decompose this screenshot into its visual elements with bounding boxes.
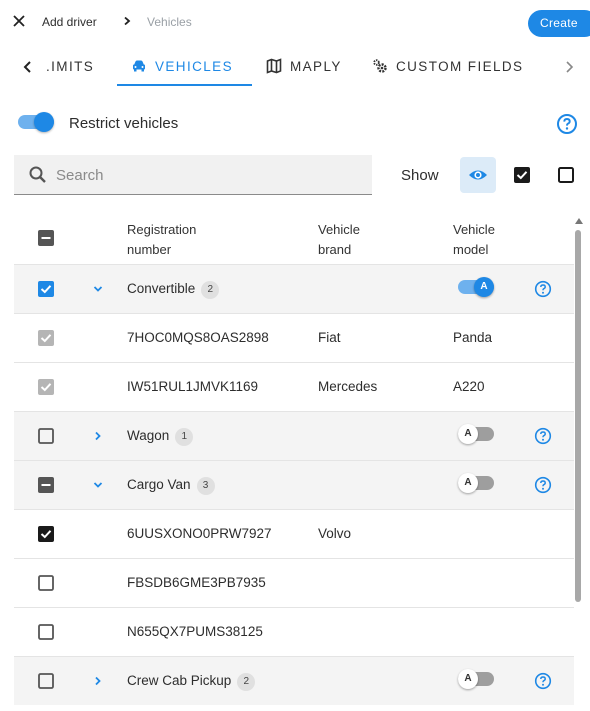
chevron-right-icon xyxy=(124,16,131,26)
restrict-vehicles-toggle[interactable] xyxy=(18,112,54,132)
registration-number: FBSDB6GME3PB7935 xyxy=(127,575,266,590)
vehicle-brand: Mercedes xyxy=(318,379,378,394)
group-count-badge: 2 xyxy=(237,673,256,691)
car-icon xyxy=(133,60,145,72)
gears-icon xyxy=(373,59,387,73)
help-icon[interactable] xyxy=(534,476,552,494)
group-row[interactable]: Convertible 2 A xyxy=(14,264,574,313)
group-name: Cargo Van 3 xyxy=(127,477,215,495)
row-checkbox-checked-disabled[interactable] xyxy=(38,330,54,346)
table-row[interactable]: IW51RUL1JMVK1169 Mercedes A220 xyxy=(14,362,574,411)
tab-label: CUSTOM FIELDS xyxy=(396,58,524,74)
header-registration-number[interactable]: Registration number xyxy=(127,220,237,260)
scrollbar-thumb[interactable] xyxy=(575,230,581,602)
help-icon[interactable] xyxy=(534,672,552,690)
tab-scroll-right-icon[interactable] xyxy=(561,59,577,75)
row-checkbox-unchecked[interactable] xyxy=(38,428,54,444)
show-unselected-checkbox-icon[interactable] xyxy=(558,167,574,183)
table-row[interactable]: 6UUSXONO0PRW7927 Volvo xyxy=(14,509,574,558)
top-bar: Add driver Vehicles Create xyxy=(0,0,590,46)
tab-label: MAPLY xyxy=(290,58,342,74)
group-row[interactable]: Cargo Van 3 A xyxy=(14,460,574,509)
expand-less-chevron-down-icon[interactable] xyxy=(92,479,104,491)
close-icon[interactable] xyxy=(12,14,26,28)
expand-less-chevron-down-icon[interactable] xyxy=(92,283,104,295)
search-box xyxy=(14,155,372,195)
eye-icon xyxy=(469,170,487,180)
expand-chevron-right-icon[interactable] xyxy=(92,430,104,442)
expand-chevron-right-icon[interactable] xyxy=(92,675,104,687)
vehicle-brand: Volvo xyxy=(318,526,352,541)
tab-label: .IMITS xyxy=(46,58,95,74)
show-all-button[interactable] xyxy=(460,157,496,193)
row-checkbox-checked[interactable] xyxy=(38,526,54,542)
vehicle-model: Panda xyxy=(453,330,493,345)
row-checkbox-checked[interactable] xyxy=(38,281,54,297)
registration-number: 6UUSXONO0PRW7927 xyxy=(127,526,272,541)
table-row[interactable]: 7HOC0MQS8OAS2898 Fiat Panda xyxy=(14,313,574,362)
registration-number: IW51RUL1JMVK1169 xyxy=(127,379,259,394)
group-row[interactable]: Wagon 1 A xyxy=(14,411,574,460)
vehicle-brand: Fiat xyxy=(318,330,341,345)
toggle-knob: A xyxy=(474,277,494,297)
vehicle-model: A220 xyxy=(453,379,485,394)
registration-number: 7HOC0MQS8OAS2898 xyxy=(127,330,269,345)
help-icon[interactable] xyxy=(556,113,578,135)
breadcrumb-vehicles: Vehicles xyxy=(147,15,192,29)
create-button[interactable]: Create xyxy=(528,10,590,37)
row-checkbox-unchecked[interactable] xyxy=(38,575,54,591)
show-label: Show xyxy=(401,167,439,184)
row-checkbox-unchecked[interactable] xyxy=(38,624,54,640)
show-selected-checkbox-icon[interactable] xyxy=(514,167,530,183)
help-icon[interactable] xyxy=(534,427,552,445)
group-name: Crew Cab Pickup 2 xyxy=(127,673,256,691)
table-row[interactable]: FBSDB6GME3PB7935 xyxy=(14,558,574,607)
map-icon xyxy=(266,58,282,74)
row-checkbox-indeterminate[interactable] xyxy=(38,477,54,493)
search-input[interactable] xyxy=(56,164,356,186)
tab-vehicles[interactable]: VEHICLES xyxy=(131,46,233,86)
toggle-knob: A xyxy=(458,473,478,493)
group-auto-toggle[interactable]: A xyxy=(458,277,494,297)
tab-label: VEHICLES xyxy=(155,58,233,74)
group-count-badge: 2 xyxy=(201,281,220,299)
row-checkbox-checked-disabled[interactable] xyxy=(38,379,54,395)
table-header: Registration number Vehicle brand Vehicl… xyxy=(14,210,574,264)
tab-scroll-left-icon[interactable] xyxy=(20,59,36,75)
tab-maply[interactable]: MAPLY xyxy=(266,46,342,86)
group-count-badge: 3 xyxy=(196,477,215,495)
group-name: Convertible 2 xyxy=(127,281,220,299)
select-all-checkbox-icon[interactable] xyxy=(38,230,54,246)
tab-custom-fields[interactable]: CUSTOM FIELDS xyxy=(372,46,523,86)
help-icon[interactable] xyxy=(534,280,552,298)
group-name: Wagon 1 xyxy=(127,428,194,446)
restrict-vehicles-label: Restrict vehicles xyxy=(69,115,179,132)
scroll-up-arrow-icon[interactable] xyxy=(575,218,583,224)
breadcrumb-add-driver[interactable]: Add driver xyxy=(42,15,97,29)
group-auto-toggle[interactable]: A xyxy=(458,669,494,689)
active-tab-indicator xyxy=(117,84,252,86)
header-vehicle-model[interactable]: Vehicle model xyxy=(453,220,523,260)
registration-number: N655QX7PUMS38125 xyxy=(127,624,263,639)
search-icon xyxy=(29,166,46,183)
group-row[interactable]: Crew Cab Pickup 2 A xyxy=(14,656,574,705)
toggle-knob xyxy=(34,112,54,132)
tab-limits[interactable]: .IMITS xyxy=(46,46,94,86)
group-auto-toggle[interactable]: A xyxy=(458,424,494,444)
row-checkbox-unchecked[interactable] xyxy=(38,673,54,689)
tab-bar: .IMITS VEHICLES MAPLY CUSTOM FIELDS xyxy=(0,46,590,90)
toggle-knob: A xyxy=(458,424,478,444)
table-row[interactable]: N655QX7PUMS38125 xyxy=(14,607,574,656)
toggle-knob: A xyxy=(458,669,478,689)
group-count-badge: 1 xyxy=(175,428,194,446)
group-auto-toggle[interactable]: A xyxy=(458,473,494,493)
header-vehicle-brand[interactable]: Vehicle brand xyxy=(318,220,388,260)
